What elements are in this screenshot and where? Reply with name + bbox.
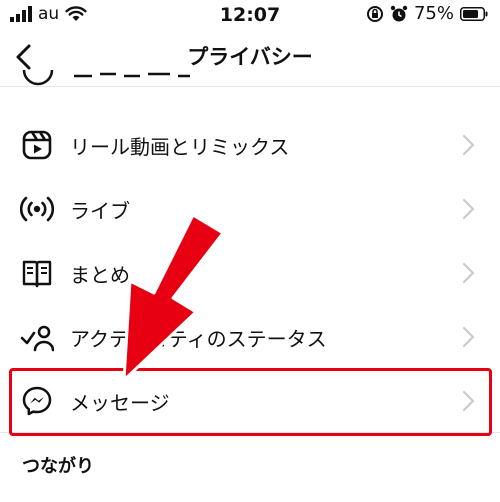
- activity-status-icon: [20, 325, 54, 352]
- messenger-icon: [22, 386, 52, 416]
- battery-percent: 75%: [413, 3, 454, 24]
- section-header-connections: つながり: [22, 456, 94, 477]
- partial-row-icon: [22, 70, 190, 86]
- row-reels-and-remix[interactable]: リール動画とリミックス: [0, 112, 500, 176]
- row-label: ライブ: [70, 199, 130, 223]
- chevron-right-icon: [463, 199, 475, 219]
- row-label: アクティビティのステータス: [70, 327, 327, 351]
- chevron-right-icon: [463, 327, 475, 347]
- reels-icon: [22, 130, 52, 160]
- row-activity-status[interactable]: アクティビティのステータス: [0, 304, 500, 368]
- battery-icon: [460, 6, 488, 21]
- chevron-right-icon: [463, 135, 475, 155]
- row-messages[interactable]: メッセージ: [0, 368, 500, 432]
- chevron-right-icon: [463, 391, 475, 411]
- clipped-previous-row: [20, 70, 280, 86]
- section-divider: [0, 432, 500, 433]
- status-bar: au 12:07 75%: [0, 0, 500, 30]
- guides-icon: [22, 260, 52, 288]
- row-live[interactable]: ライブ: [0, 176, 500, 240]
- page-title: プライバシー: [187, 45, 313, 69]
- alarm-icon: [390, 5, 408, 21]
- orientation-lock-icon: [366, 5, 383, 22]
- row-guides[interactable]: まとめ: [0, 240, 500, 304]
- chevron-right-icon: [463, 263, 475, 283]
- row-label: リール動画とリミックス: [70, 135, 290, 159]
- row-label: メッセージ: [70, 391, 170, 415]
- live-icon: [20, 196, 54, 222]
- nav-bar: プライバシー: [0, 30, 500, 87]
- row-label: まとめ: [70, 263, 130, 287]
